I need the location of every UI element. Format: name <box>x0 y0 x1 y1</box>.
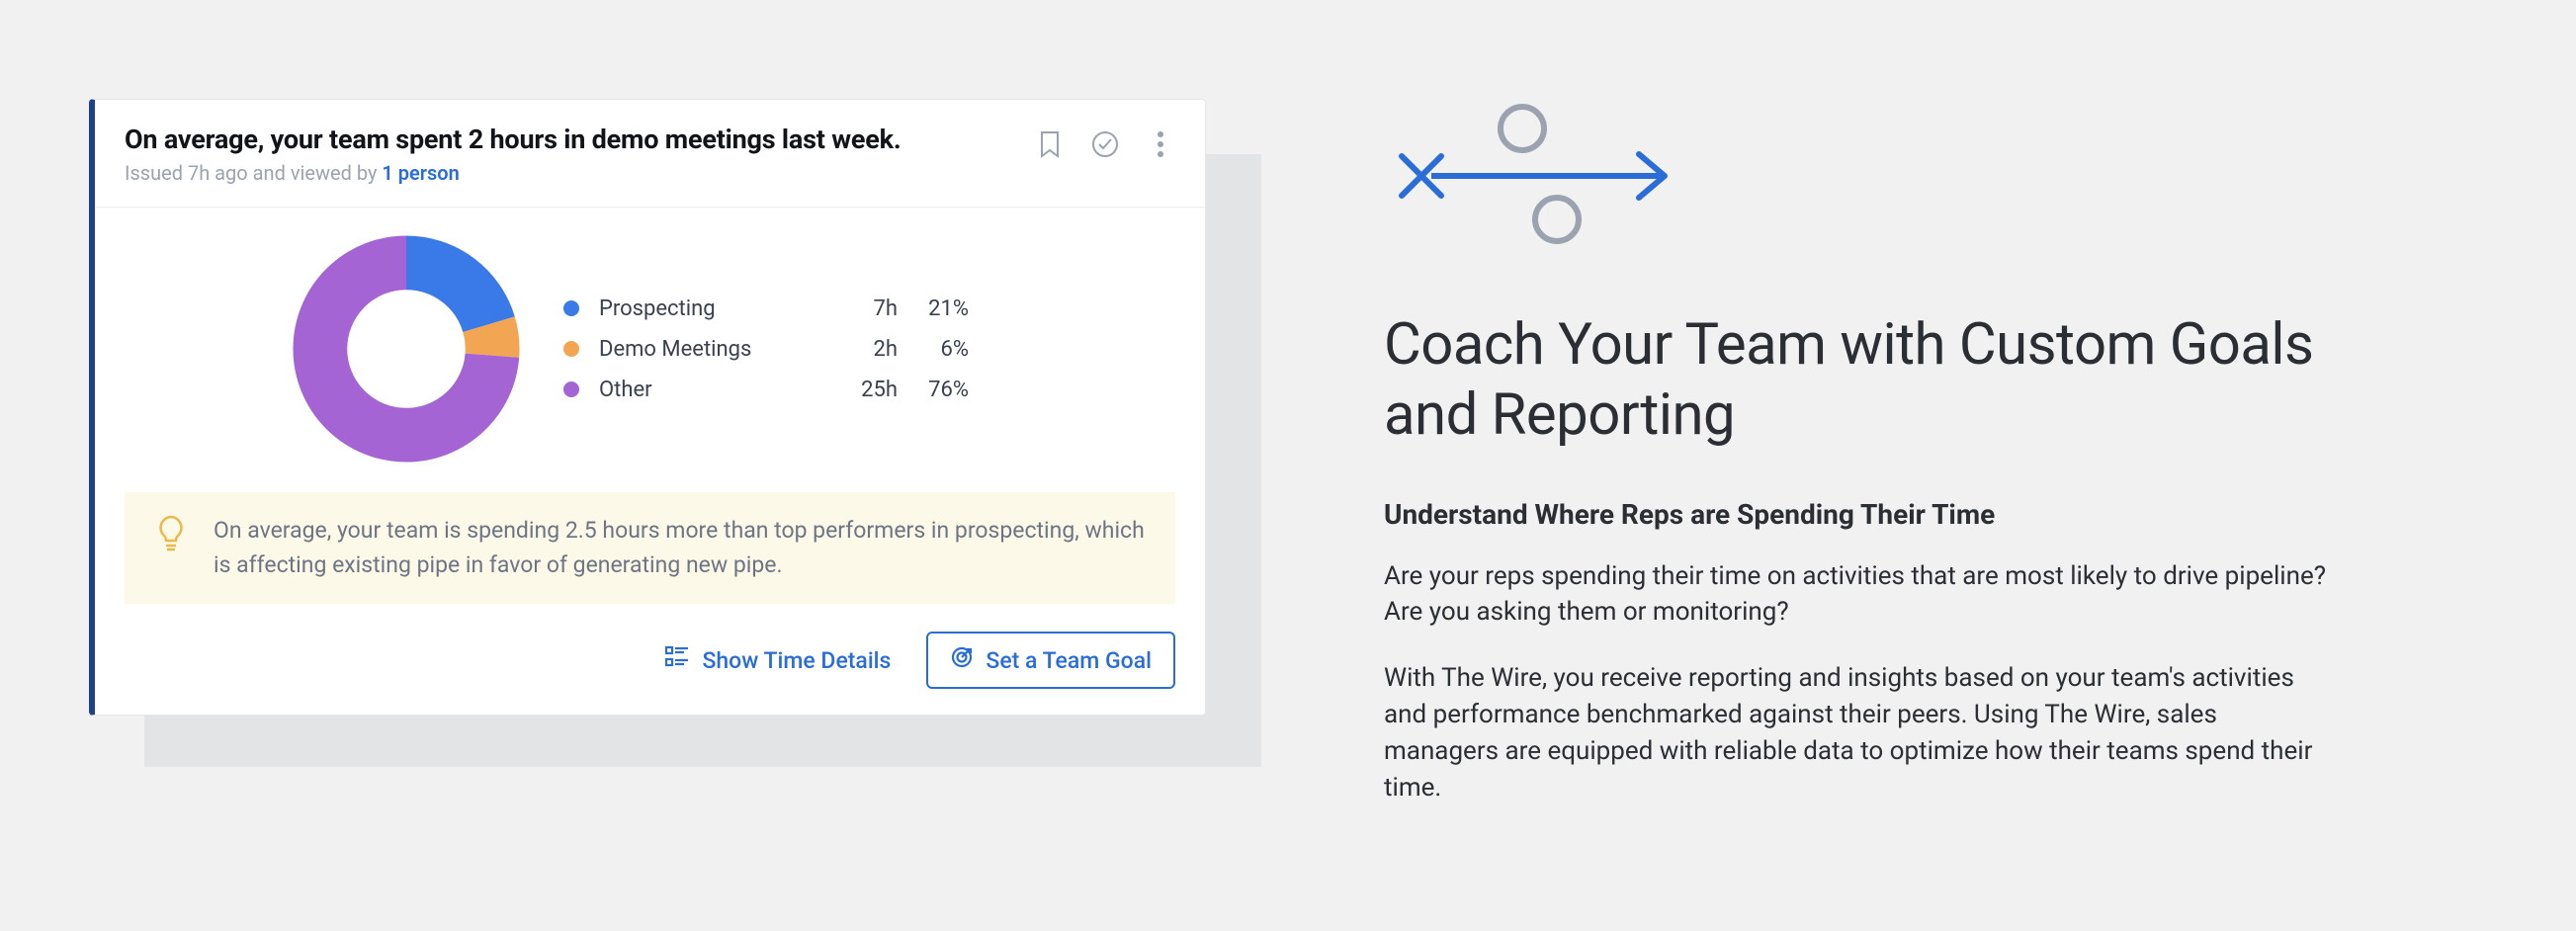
marketing-copy: Coach Your Team with Custom Goals and Re… <box>1384 99 2392 836</box>
subheadline: Understand Where Reps are Spending Their… <box>1384 498 2392 531</box>
donut-chart <box>293 235 520 463</box>
legend-row: Prospecting 7h 21% <box>563 296 969 321</box>
legend-percent: 76% <box>909 378 969 402</box>
legend-label: Prospecting <box>599 296 807 321</box>
set-team-goal-button[interactable]: Set a Team Goal <box>926 632 1175 689</box>
legend-row: Demo Meetings 2h 6% <box>563 337 969 362</box>
insight-card: On average, your team spent 2 hours in d… <box>89 99 1206 716</box>
strategy-arrow-icon <box>1384 99 2392 251</box>
chart-row: Prospecting 7h 21% Demo Meetings 2h 6% Other 25… <box>125 208 1175 492</box>
check-circle-icon[interactable] <box>1090 129 1120 159</box>
paragraph-2: With The Wire, you receive reporting and… <box>1384 660 2333 806</box>
show-time-details-label: Show Time Details <box>702 647 891 674</box>
list-details-icon <box>664 644 690 676</box>
card-subtitle: Issued 7h ago and viewed by 1 person <box>125 161 901 185</box>
legend-label: Demo Meetings <box>599 337 807 362</box>
target-icon <box>950 645 974 675</box>
legend-percent: 6% <box>909 337 969 362</box>
insight-text: On average, your team is spending 2.5 ho… <box>214 514 1146 582</box>
lightbulb-icon <box>154 514 188 557</box>
card-footer: Show Time Details Set a Team Goal <box>125 632 1175 689</box>
legend-hours: 2h <box>818 337 898 362</box>
card-actions <box>1035 124 1175 159</box>
legend-swatch <box>563 300 579 316</box>
legend-swatch <box>563 381 579 397</box>
legend-percent: 21% <box>909 296 969 321</box>
show-time-details-button[interactable]: Show Time Details <box>664 644 891 676</box>
legend-hours: 25h <box>818 378 898 402</box>
legend-swatch <box>563 341 579 357</box>
legend-hours: 7h <box>818 296 898 321</box>
headline: Coach Your Team with Custom Goals and Re… <box>1384 310 2392 451</box>
insight-card-wrap: On average, your team spent 2 hours in d… <box>89 99 1206 716</box>
card-subtitle-accent: 1 person <box>382 161 459 185</box>
insight-callout: On average, your team is spending 2.5 ho… <box>125 492 1175 604</box>
more-vertical-icon[interactable] <box>1146 129 1175 159</box>
card-header: On average, your team spent 2 hours in d… <box>125 124 1175 185</box>
card-subtitle-prefix: Issued 7h ago and viewed by <box>125 161 382 185</box>
card-title: On average, your team spent 2 hours in d… <box>125 124 901 155</box>
donut-hole <box>357 299 456 398</box>
paragraph-1: Are your reps spending their time on act… <box>1384 558 2333 632</box>
bookmark-icon[interactable] <box>1035 129 1065 159</box>
card-header-text: On average, your team spent 2 hours in d… <box>125 124 901 185</box>
legend-row: Other 25h 76% <box>563 378 969 402</box>
set-team-goal-label: Set a Team Goal <box>986 647 1152 674</box>
chart-legend: Prospecting 7h 21% Demo Meetings 2h 6% Other 25… <box>563 296 969 402</box>
legend-label: Other <box>599 378 807 402</box>
